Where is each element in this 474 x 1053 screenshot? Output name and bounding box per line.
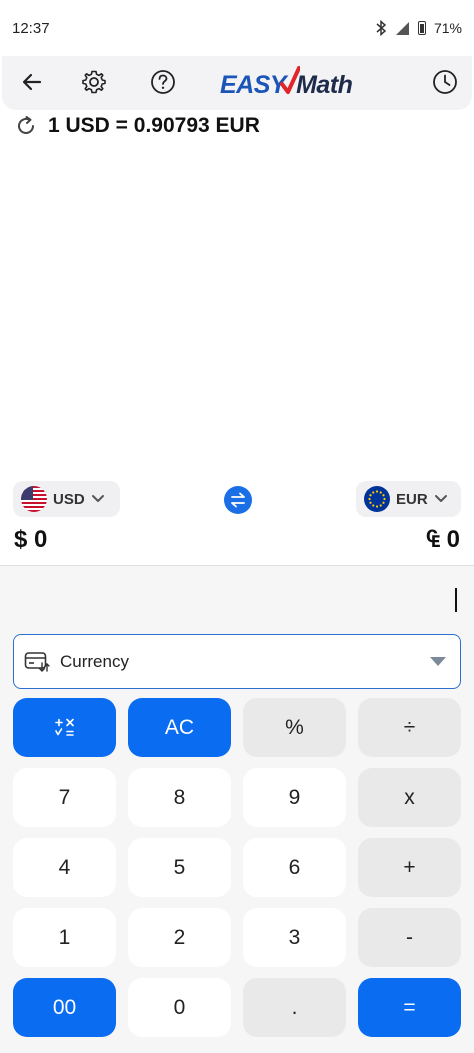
app-toolbar: EASY Math [2,56,472,110]
bluetooth-icon [376,20,387,36]
key-2[interactable]: 2 [128,908,231,967]
battery-level: 71% [433,20,462,36]
calculator-panel: Currency AC % ÷ 7 8 9 x 4 5 6 + 1 2 3 - [0,565,474,1053]
key-8[interactable]: 8 [128,768,231,827]
dropdown-caret-icon [430,657,446,666]
chevron-down-icon [434,495,447,502]
input-cursor[interactable] [455,588,457,612]
key-plus[interactable]: + [358,838,461,897]
us-flag-icon [21,486,47,512]
to-currency-selector[interactable]: EUR [356,481,461,517]
status-time: 12:37 [12,19,50,37]
key-6[interactable]: 6 [243,838,346,897]
currency-card-icon [24,651,50,672]
status-icons: 71% [375,20,462,36]
easymath-logo: EASY Math [220,66,353,100]
key-7[interactable]: 7 [13,768,116,827]
from-currency-selector[interactable]: USD [13,481,120,517]
gear-icon[interactable] [78,66,110,98]
to-amount-value: 0 [446,526,460,553]
key-multiply[interactable]: x [358,768,461,827]
back-arrow-icon[interactable] [16,66,48,98]
signal-icon [395,21,409,35]
refresh-icon[interactable] [14,114,38,138]
key-divide[interactable]: ÷ [358,698,461,757]
from-currency-symbol: $ [14,526,28,553]
to-currency-symbol: ₠ [426,526,440,553]
swap-arrows-icon [231,492,245,508]
battery-icon [417,21,426,35]
eu-flag-icon [364,486,390,512]
exchange-rate: 1 USD = 0.90793 EUR [14,114,260,138]
key-5[interactable]: 5 [128,838,231,897]
exchange-rate-text: 1 USD = 0.90793 EUR [48,114,260,137]
key-decimal[interactable]: . [243,978,346,1037]
status-bar: 12:37 71% [0,0,474,56]
operations-toggle-button[interactable] [13,698,116,757]
key-equals[interactable]: = [358,978,461,1037]
keypad: AC % ÷ 7 8 9 x 4 5 6 + 1 2 3 - 00 0 . = [13,698,461,1037]
from-amount: $ 0 [14,526,47,554]
mode-select[interactable]: Currency [13,634,461,689]
key-0[interactable]: 0 [128,978,231,1037]
chevron-down-icon [91,495,104,502]
to-currency-code: EUR [396,490,428,508]
key-ac[interactable]: AC [128,698,231,757]
key-double-zero[interactable]: 00 [13,978,116,1037]
key-minus[interactable]: - [358,908,461,967]
to-amount: ₠ 0 [427,526,460,554]
from-currency-code: USD [53,490,85,508]
key-percent[interactable]: % [243,698,346,757]
mode-select-label: Currency [60,651,129,671]
key-4[interactable]: 4 [13,838,116,897]
key-9[interactable]: 9 [243,768,346,827]
math-operations-icon [54,718,74,736]
key-1[interactable]: 1 [13,908,116,967]
swap-currencies-button[interactable] [224,486,252,514]
key-3[interactable]: 3 [243,908,346,967]
history-icon[interactable] [429,66,461,98]
from-amount-value: 0 [34,526,48,553]
help-icon[interactable] [147,66,179,98]
